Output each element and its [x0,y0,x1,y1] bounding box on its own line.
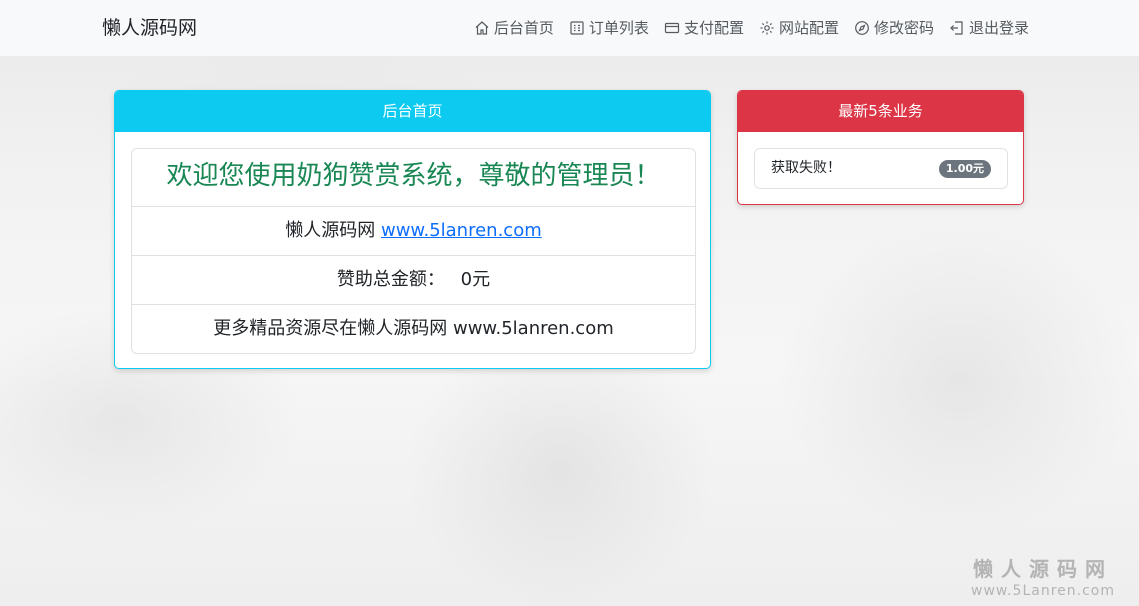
watermark-url: www.5Lanren.com [971,583,1115,599]
site-info-row: 懒人源码网 www.5lanren.com [132,206,695,255]
order-item-text: 获取失败！ [771,160,841,176]
logout-icon [949,20,965,36]
nav-link-label: 修改密码 [873,19,934,37]
list-item: 获取失败！ 1.00元 [755,149,1007,188]
more-resources-row: 更多精品资源尽在懒人源码网 www.5lanren.com [132,304,695,353]
top-navbar: 懒人源码网 后台首页 订单列表 支付配置 网站配置 修改密码 退出登录 [0,0,1139,56]
list-icon [569,20,585,36]
watermark: 懒人源码网 www.5Lanren.com [971,556,1115,600]
nav-link-label: 支付配置 [683,19,744,37]
gear-icon [759,20,775,36]
sponsor-total-value: 0元 [460,269,491,290]
nav-links: 后台首页 订单列表 支付配置 网站配置 修改密码 退出登录 [459,16,1029,40]
home-icon [474,20,490,36]
amount-badge: 1.00元 [938,160,991,178]
compass-icon [854,20,870,36]
nav-link-change-password[interactable]: 修改密码 [854,16,934,40]
nav-link-label: 退出登录 [968,19,1029,37]
dashboard-info-list: 欢迎您使用奶狗赞赏系统，尊敬的管理员！ 懒人源码网 www.5lanren.co… [131,148,696,354]
dashboard-card-title: 后台首页 [115,91,710,132]
latest-orders-card: 最新5条业务 获取失败！ 1.00元 [737,90,1024,205]
latest-orders-list: 获取失败！ 1.00元 [754,148,1008,189]
nav-link-payment[interactable]: 支付配置 [664,16,744,40]
nav-link-site-settings[interactable]: 网站配置 [759,16,839,40]
nav-link-orders[interactable]: 订单列表 [569,16,649,40]
credit-card-icon [664,20,680,36]
sponsor-total-label: 赞助总金额： [336,269,445,290]
watermark-title: 懒人源码网 [973,557,1114,581]
nav-link-label: 网站配置 [778,19,839,37]
dashboard-card: 后台首页 欢迎您使用奶狗赞赏系统，尊敬的管理员！ 懒人源码网 www.5lanr… [114,90,711,369]
latest-orders-title: 最新5条业务 [738,91,1023,132]
nav-link-logout[interactable]: 退出登录 [949,16,1029,40]
nav-link-label: 后台首页 [493,19,554,37]
nav-link-dashboard[interactable]: 后台首页 [474,16,554,40]
brand-title[interactable]: 懒人源码网 [102,15,197,41]
site-link[interactable]: www.5lanren.com [381,220,542,241]
site-name: 懒人源码网 [285,220,381,241]
welcome-message: 欢迎您使用奶狗赞赏系统，尊敬的管理员！ [166,161,661,191]
sponsor-total-row: 赞助总金额： 0元 [132,255,695,304]
nav-link-label: 订单列表 [588,19,649,37]
